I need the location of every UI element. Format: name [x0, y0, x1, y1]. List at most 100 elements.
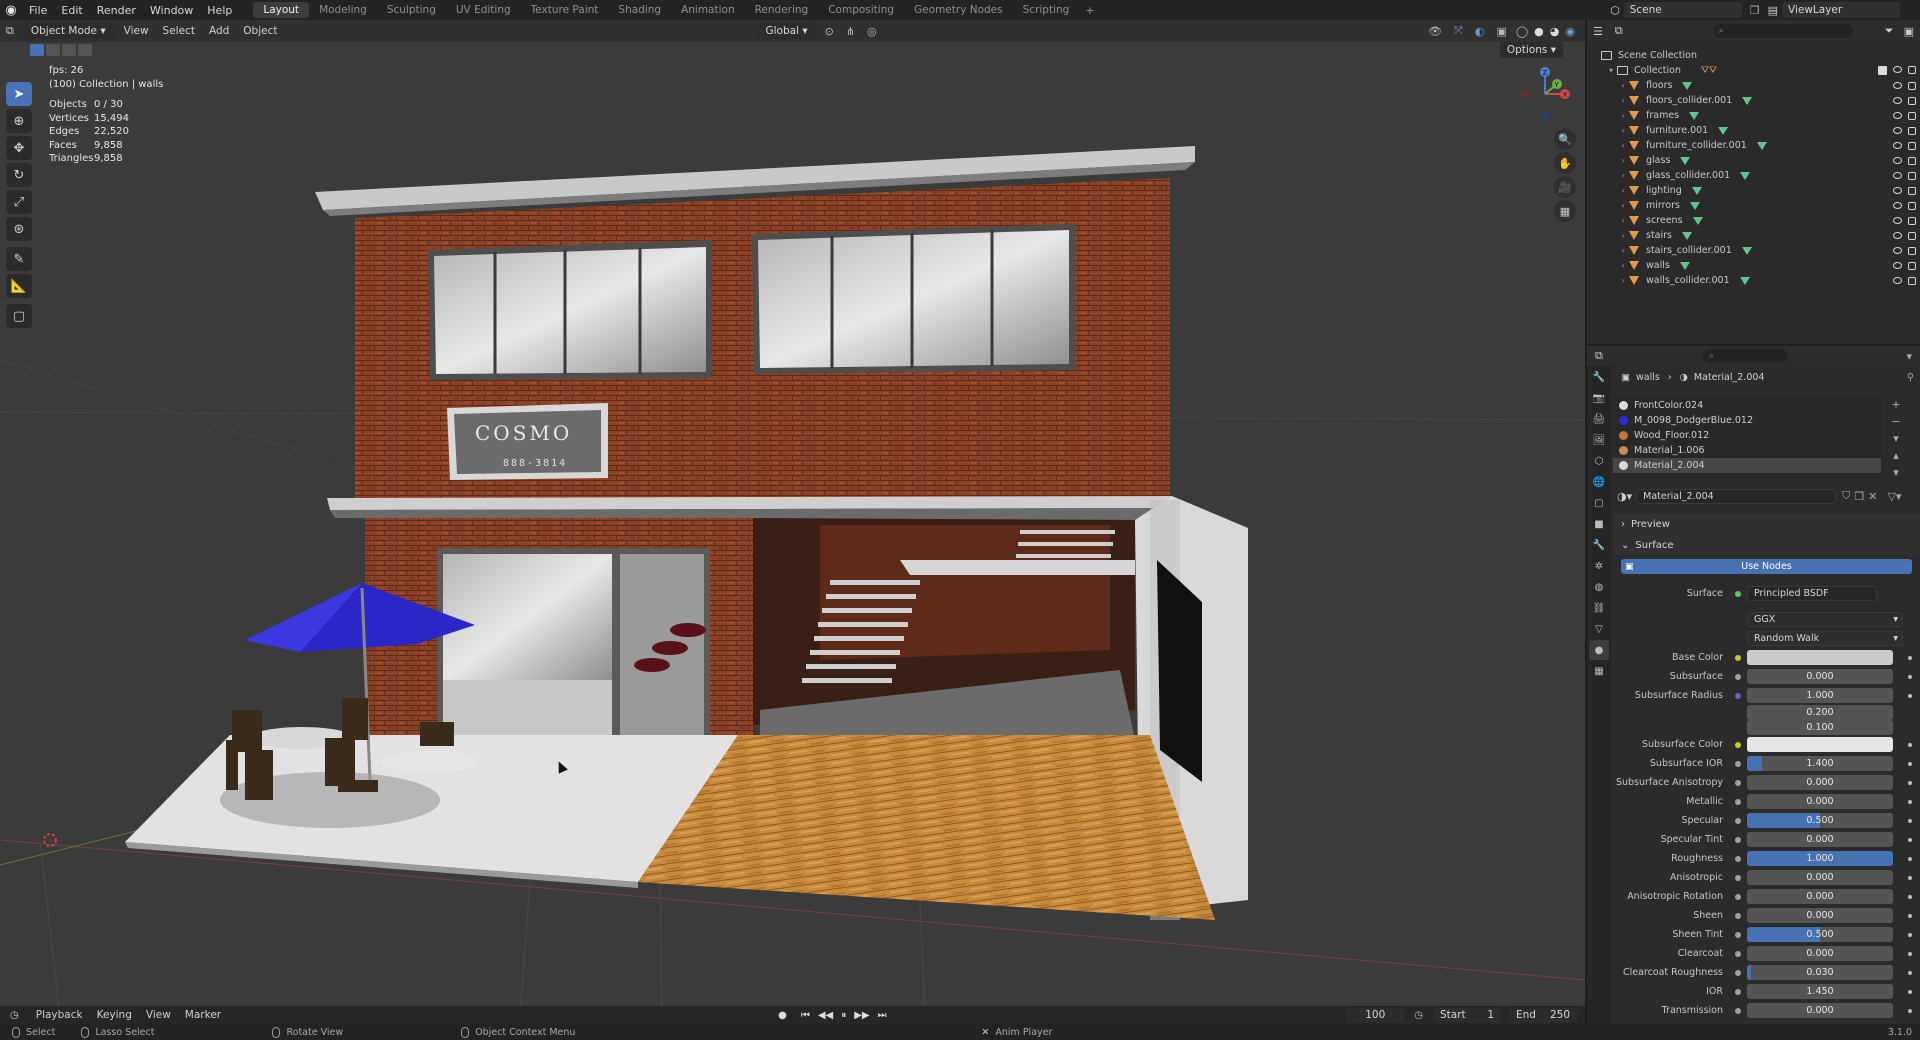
render-tab-icon[interactable]: 📷	[1589, 388, 1609, 408]
fake-user-icon[interactable]: ⛉	[1842, 489, 1850, 503]
preview-range-icon[interactable]: ◷	[1414, 1010, 1423, 1021]
outliner-editor-icon[interactable]: ☰	[1593, 25, 1603, 38]
shading-wireframe-icon[interactable]: ◯	[1516, 25, 1528, 38]
timeline-editor-icon[interactable]: ◷	[10, 1010, 19, 1021]
outliner-item[interactable]: › stairs_collider.001	[1587, 243, 1920, 258]
checkbox-icon[interactable]	[1878, 66, 1887, 75]
add-cube-tool-icon[interactable]: ▢	[6, 304, 32, 328]
outliner-item[interactable]: › glass_collider.001	[1587, 168, 1920, 183]
outliner-item[interactable]: › mirrors	[1587, 198, 1920, 213]
keyframe-dot-icon[interactable]	[1908, 856, 1912, 861]
view-layer-tab-icon[interactable]: 🖼	[1589, 430, 1609, 450]
input-socket-icon[interactable]	[1735, 950, 1741, 957]
timeline-menu-playback[interactable]: Playback	[29, 1008, 90, 1022]
expand-arrow-icon[interactable]: ›	[1617, 171, 1629, 180]
value-slider[interactable]: 0.000	[1747, 669, 1893, 684]
camera-view-icon[interactable]: 🎥	[1554, 176, 1576, 198]
material-browse-icon[interactable]: ◑▾	[1617, 490, 1632, 503]
viewport-menu-select[interactable]: Select	[156, 24, 202, 38]
value-slider[interactable]: 0.000	[1747, 946, 1893, 961]
outliner-item[interactable]: › walls_collider.001	[1587, 273, 1920, 288]
mode-selector[interactable]: Object Mode ▾	[23, 23, 113, 39]
current-frame-field[interactable]: 100	[1346, 1007, 1405, 1023]
eye-icon[interactable]	[1893, 216, 1902, 224]
input-socket-icon[interactable]	[1735, 855, 1741, 862]
outliner-search-input[interactable]: ⌕	[1712, 24, 1853, 38]
eye-icon[interactable]	[1893, 81, 1902, 89]
vector-component-field[interactable]: 0.200	[1747, 705, 1893, 720]
input-socket-icon[interactable]	[1735, 798, 1741, 805]
menu-help[interactable]: Help	[200, 4, 239, 17]
expand-arrow-icon[interactable]: ›	[1617, 246, 1629, 255]
input-socket-icon[interactable]	[1735, 741, 1741, 748]
menu-render[interactable]: Render	[90, 4, 143, 17]
surface-panel-header[interactable]: ⌄ Surface	[1613, 535, 1920, 555]
collapse-arrow-icon[interactable]: ▾	[1605, 66, 1617, 75]
world-tab-icon[interactable]: 🌐	[1589, 472, 1609, 492]
material-slot[interactable]: Material_2.004	[1613, 458, 1881, 473]
outliner-item[interactable]: › screens	[1587, 213, 1920, 228]
overlays-icon[interactable]: ◐	[1475, 25, 1485, 38]
workspace-tab-geometry-nodes[interactable]: Geometry Nodes	[904, 2, 1013, 18]
expand-arrow-icon[interactable]: ›	[1617, 81, 1629, 90]
expand-arrow-icon[interactable]: ›	[1617, 276, 1629, 285]
outliner-row-scene-collection[interactable]: Scene Collection	[1587, 48, 1920, 63]
blender-logo-icon[interactable]: ◉	[0, 0, 22, 20]
viewport-menu-view[interactable]: View	[117, 24, 156, 38]
camera-icon[interactable]	[1908, 216, 1916, 225]
workspace-tab-shading[interactable]: Shading	[608, 2, 671, 18]
keyframe-dot-icon[interactable]	[1908, 894, 1912, 899]
workspace-tab-texture-paint[interactable]: Texture Paint	[521, 2, 609, 18]
workspace-tab-compositing[interactable]: Compositing	[818, 2, 904, 18]
snap-icon[interactable]: ⋔	[846, 25, 855, 38]
menu-window[interactable]: Window	[143, 4, 200, 17]
data-tab-icon[interactable]: ▽	[1589, 619, 1609, 639]
workspace-tab-sculpting[interactable]: Sculpting	[377, 2, 446, 18]
select-subtract-icon[interactable]	[62, 44, 76, 56]
filter-icon[interactable]: ⏷	[1885, 24, 1894, 38]
keyframe-dot-icon[interactable]	[1908, 989, 1912, 994]
value-slider[interactable]: 1.000	[1747, 688, 1893, 703]
scene-selector[interactable]: Scene	[1623, 2, 1742, 18]
input-socket-icon[interactable]	[1735, 912, 1741, 919]
expand-arrow-icon[interactable]: ›	[1617, 216, 1629, 225]
outliner-item[interactable]: › frames	[1587, 108, 1920, 123]
select-extend-icon[interactable]	[46, 44, 60, 56]
distribution-dropdown[interactable]: GGX ▾	[1747, 612, 1903, 627]
tool-tab-icon[interactable]: 🔧	[1589, 367, 1609, 387]
menu-file[interactable]: File	[22, 4, 54, 17]
outliner-item[interactable]: › glass	[1587, 153, 1920, 168]
workspace-tab-modeling[interactable]: Modeling	[309, 2, 377, 18]
keyframe-dot-icon[interactable]	[1908, 932, 1912, 937]
scene-copy-icon[interactable]: ❐	[1750, 4, 1760, 17]
expand-arrow-icon[interactable]: ›	[1617, 126, 1629, 135]
proportional-edit-icon[interactable]: ◎	[867, 25, 877, 38]
shading-material-icon[interactable]: ◕	[1550, 25, 1560, 38]
navigation-gizmo[interactable]: X Y Z	[1515, 64, 1575, 124]
camera-icon[interactable]	[1908, 156, 1916, 165]
material-slot[interactable]: FrontColor.024	[1613, 398, 1881, 413]
input-socket-icon[interactable]	[1735, 817, 1741, 824]
eye-icon[interactable]	[1893, 66, 1902, 73]
input-socket-icon[interactable]	[1735, 692, 1741, 699]
subsurface-method-dropdown[interactable]: Random Walk ▾	[1747, 631, 1903, 646]
transform-orientation-selector[interactable]: Global ▾	[758, 23, 815, 39]
material-slot[interactable]: Material_1.006	[1613, 443, 1881, 458]
move-down-icon[interactable]: ▾	[1893, 466, 1899, 479]
new-collection-icon[interactable]: ▣	[1904, 25, 1914, 38]
camera-icon[interactable]	[1908, 201, 1916, 210]
duplicate-material-icon[interactable]: ❐	[1854, 490, 1864, 503]
keyframe-dot-icon[interactable]	[1908, 761, 1912, 766]
keyframe-dot-icon[interactable]	[1908, 799, 1912, 804]
collection-tab-icon[interactable]: ▢	[1589, 493, 1609, 513]
timeline-menu-keying[interactable]: Keying	[90, 1008, 139, 1022]
step-back-icon[interactable]: ◀◀	[818, 1010, 833, 1021]
value-slider[interactable]: 0.500	[1747, 813, 1893, 828]
texture-tab-icon[interactable]: ▦	[1589, 661, 1609, 681]
object-tab-icon[interactable]: ■	[1589, 514, 1609, 534]
keyframe-dot-icon[interactable]	[1908, 837, 1912, 842]
workspace-tab-uv-editing[interactable]: UV Editing	[446, 2, 521, 18]
expand-arrow-icon[interactable]: ›	[1617, 96, 1629, 105]
unlink-material-icon[interactable]: ✕	[1868, 490, 1877, 503]
camera-icon[interactable]	[1908, 81, 1916, 90]
